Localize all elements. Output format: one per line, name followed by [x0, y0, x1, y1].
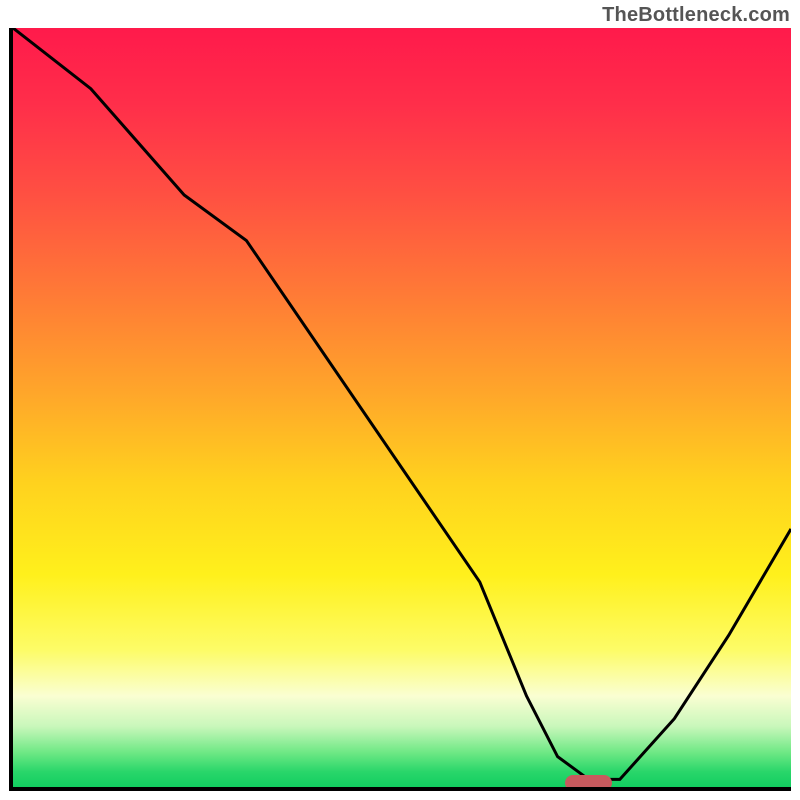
- optimal-point-marker: [565, 775, 612, 791]
- curve-overlay: [13, 28, 791, 787]
- watermark-label: TheBottleneck.com: [602, 4, 790, 27]
- chart-container: TheBottleneck.com: [0, 0, 800, 800]
- bottleneck-curve-plot: [9, 28, 791, 791]
